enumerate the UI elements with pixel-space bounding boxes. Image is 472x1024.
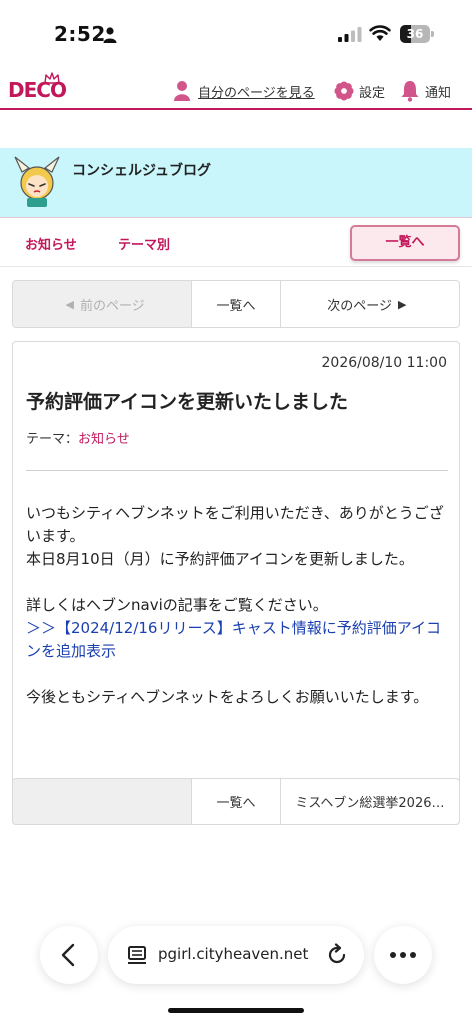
- news-link[interactable]: お知らせ: [25, 234, 77, 253]
- pager-bottom: 一覧へ ミスヘブン総選挙2026…: [12, 778, 460, 825]
- browser-toolbar: pgirl.cityheaven.net: [0, 920, 472, 990]
- cellular-signal-icon: [338, 27, 362, 42]
- person-icon: [103, 27, 117, 43]
- crown-icon: [44, 72, 60, 84]
- next-page-label: 次のページ: [327, 298, 393, 314]
- list-link-bottom[interactable]: 一覧へ: [192, 779, 281, 824]
- theme-value-link[interactable]: お知らせ: [78, 432, 130, 447]
- theme-link[interactable]: テーマ別: [118, 234, 170, 253]
- next-page-button[interactable]: 次のページ ▶: [281, 281, 459, 327]
- post-title: 予約評価アイコンを更新いたしました: [26, 391, 349, 413]
- left-arrow-icon: ◀: [65, 297, 74, 311]
- my-page-link[interactable]: 自分のページを見る: [172, 80, 315, 102]
- list-link-label: 一覧へ: [216, 298, 256, 314]
- my-page-label: 自分のページを見る: [198, 85, 315, 101]
- blog-title: コンシェルジュブログ: [72, 163, 212, 179]
- blog-nav: お知らせ テーマ別 一覧へ: [0, 219, 472, 267]
- address-bar[interactable]: pgirl.cityheaven.net: [108, 926, 364, 984]
- list-button[interactable]: 一覧へ: [350, 225, 460, 261]
- list-link-label: 一覧へ: [216, 796, 256, 811]
- post-theme: テーマ：お知らせ: [26, 428, 130, 447]
- next-article-link[interactable]: ミスヘブン総選挙2026…: [281, 779, 459, 824]
- next-article-label: ミスヘブン総選挙2026…: [295, 796, 445, 811]
- user-icon: [174, 81, 190, 101]
- chevron-left-icon: [61, 943, 75, 967]
- notifications-link[interactable]: 通知: [400, 80, 451, 102]
- battery-level: 36: [406, 27, 424, 41]
- more-button[interactable]: [374, 926, 432, 984]
- divider: [26, 470, 448, 471]
- settings-link[interactable]: 設定: [334, 80, 385, 102]
- reload-icon[interactable]: [325, 943, 349, 967]
- body-paragraph: いつもシティヘブンネットをご利用いただき、ありがとうございます。: [26, 504, 444, 545]
- pager-top: ◀ 前のページ 一覧へ 次のページ ▶: [12, 280, 460, 328]
- site-header: DECO 自分のページを見る 設定 通知: [0, 72, 472, 110]
- bell-icon: [401, 81, 419, 102]
- prev-page-button[interactable]: ◀ 前のページ: [13, 281, 193, 327]
- mascot-avatar: [14, 156, 60, 207]
- post-date: 2026/08/10 11:00: [321, 355, 448, 371]
- url-text[interactable]: pgirl.cityheaven.net: [158, 945, 310, 963]
- wifi-icon: [369, 25, 391, 41]
- list-link-top[interactable]: 一覧へ: [192, 281, 281, 327]
- prev-article-button: [13, 779, 193, 824]
- body-paragraph: 今後ともシティヘブンネットをよろしくお願いいたします。: [26, 688, 429, 706]
- blog-banner: コンシェルジュブログ: [0, 148, 472, 218]
- prev-page-label: 前のページ: [79, 298, 145, 314]
- theme-prefix: テーマ：: [26, 432, 79, 447]
- status-time: 2:52: [54, 22, 106, 46]
- body-paragraph: 詳しくはヘブンnaviの記事をご覧ください。: [26, 596, 328, 614]
- more-dots-icon: [390, 952, 416, 958]
- right-arrow-icon: ▶: [398, 297, 407, 311]
- article-card: 2026/08/10 11:00 予約評価アイコンを更新いたしました テーマ：お…: [12, 341, 460, 825]
- navi-article-link[interactable]: ＞＞【2024/12/16リリース】キャスト情報に予約評価アイコンを追加表示: [26, 617, 450, 663]
- settings-label: 設定: [359, 85, 386, 101]
- body-paragraph: 本日8月10日（月）に予約評価アイコンを更新しました。: [26, 550, 414, 568]
- battery-icon: 36: [400, 25, 434, 43]
- notifications-label: 通知: [425, 85, 452, 101]
- flower-settings-icon: [334, 81, 354, 101]
- home-indicator: [168, 1008, 304, 1013]
- page-menu-icon: [128, 946, 146, 964]
- back-button[interactable]: [40, 926, 98, 984]
- status-bar: 2:52 36: [0, 0, 472, 70]
- post-body: いつもシティヘブンネットをご利用いただき、ありがとうございます。 本日8月10日…: [26, 502, 450, 709]
